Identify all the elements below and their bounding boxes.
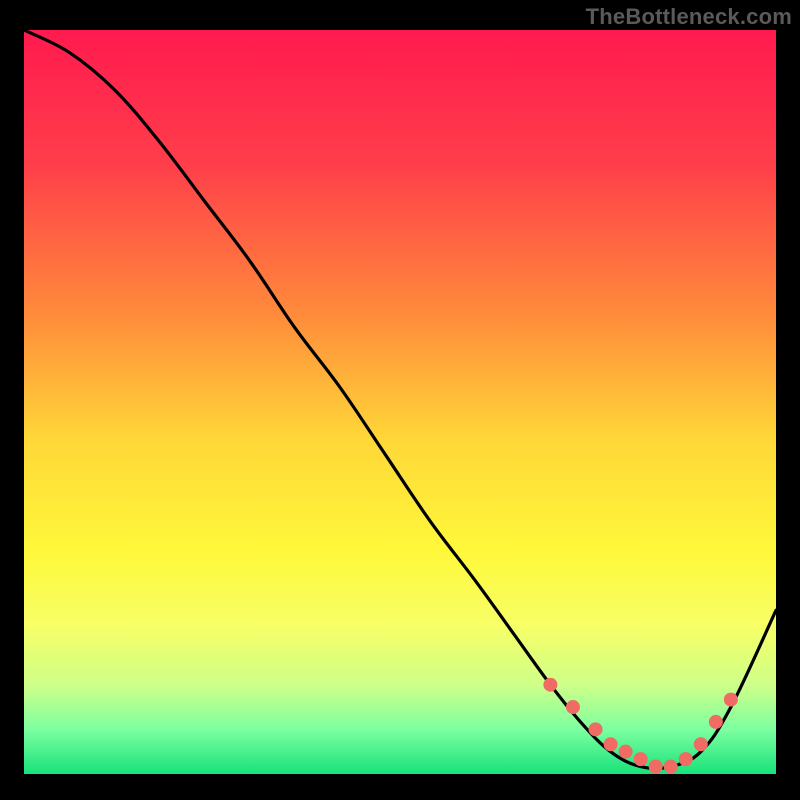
- marker-dot: [589, 722, 603, 736]
- marker-dot: [724, 693, 738, 707]
- marker-dot: [664, 760, 678, 774]
- marker-dot: [543, 678, 557, 692]
- marker-dot: [709, 715, 723, 729]
- marker-dot: [679, 752, 693, 766]
- plot-area: [24, 30, 776, 774]
- chart-svg: [24, 30, 776, 774]
- chart-frame: TheBottleneck.com: [0, 0, 800, 800]
- marker-dot: [604, 737, 618, 751]
- watermark-text: TheBottleneck.com: [586, 4, 792, 30]
- marker-dot: [619, 745, 633, 759]
- marker-dot: [649, 760, 663, 774]
- marker-dot: [694, 737, 708, 751]
- marker-dot: [634, 752, 648, 766]
- gradient-bg: [24, 30, 776, 774]
- marker-dot: [566, 700, 580, 714]
